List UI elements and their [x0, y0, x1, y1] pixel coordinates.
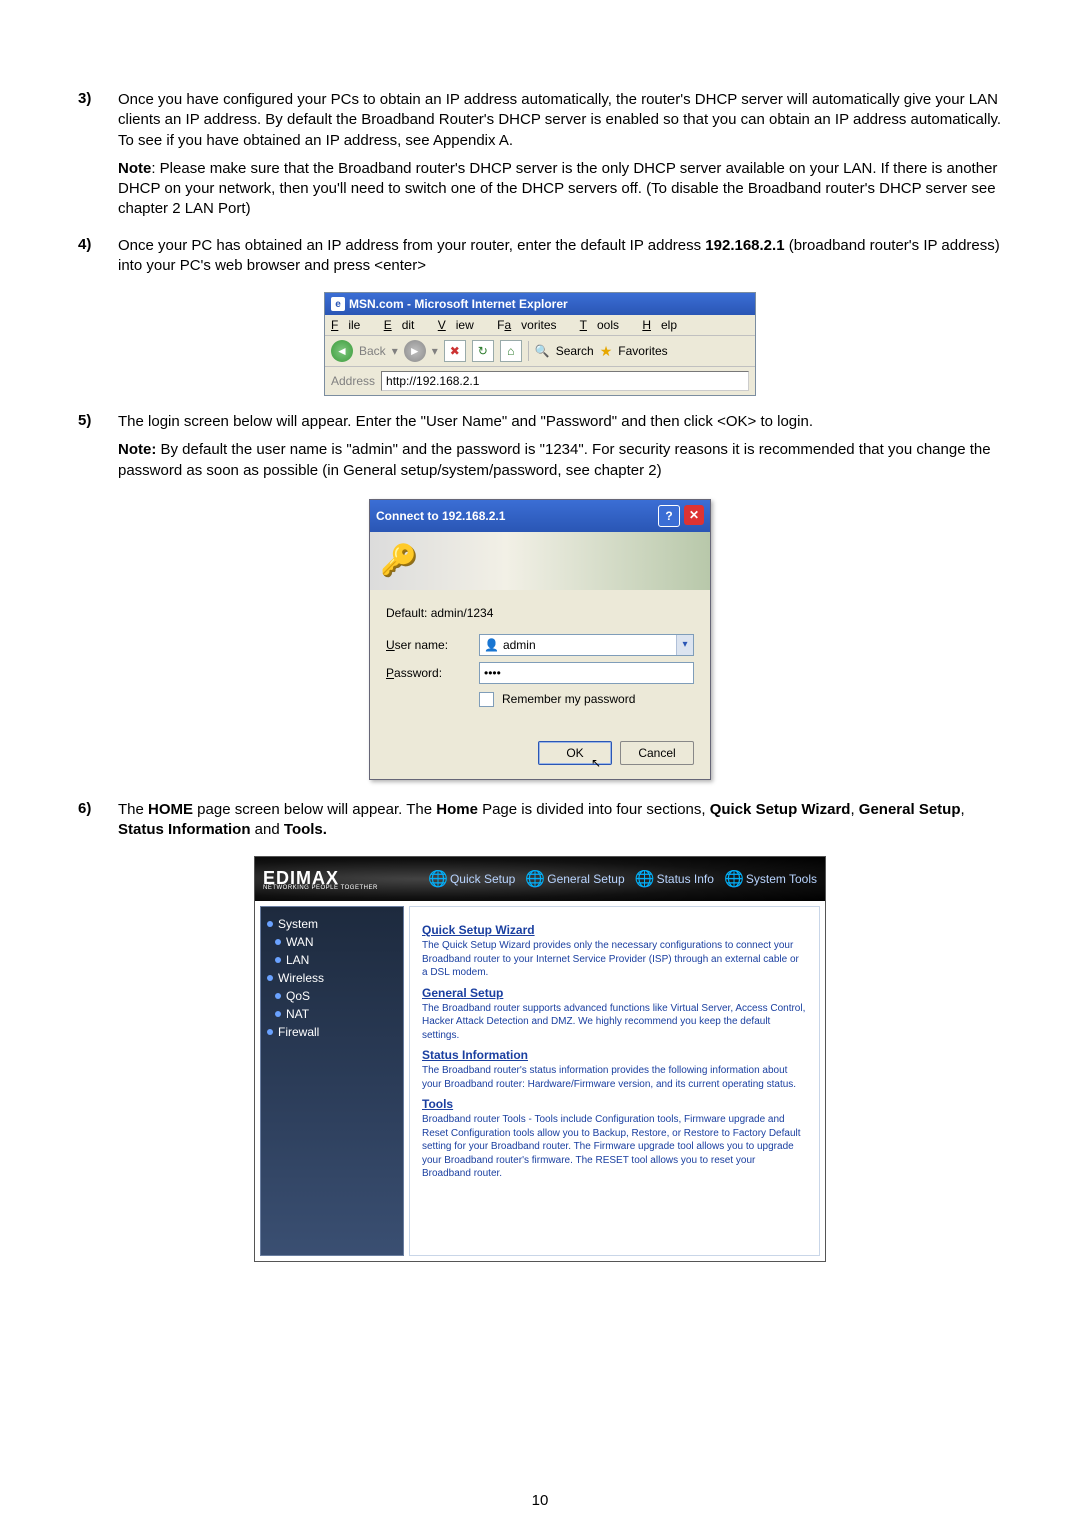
router-sidebar: System WAN LAN Wireless QoS NAT Firewall	[260, 906, 404, 1256]
tab-system-tools[interactable]: 🌐System Tools	[724, 869, 817, 889]
router-main: Quick Setup Wizard The Quick Setup Wizar…	[409, 906, 820, 1256]
ie-menubar: File Edit View Favorites Tools Help	[325, 315, 755, 336]
bullet-icon	[275, 1011, 281, 1017]
step-number: 4)	[78, 236, 118, 285]
password-input[interactable]: ••••	[479, 662, 694, 684]
ie-toolbar: ◄ Back ▾ ► ▾ ✖ ↻ ⌂ 🔍 Search ★ Favorites	[325, 336, 755, 367]
router-header: EDIMAX NETWORKING PEOPLE TOGETHER 🌐Quick…	[255, 857, 825, 901]
favorites-label: Favorites	[618, 344, 667, 358]
manual-page: 3) Once you have configured your PCs to …	[0, 0, 1080, 1527]
general-setup-heading[interactable]: General Setup	[422, 986, 807, 1000]
back-label: Back	[359, 344, 386, 358]
tab-quick-setup[interactable]: 🌐Quick Setup	[428, 869, 515, 889]
ie-addressbar: Address http://192.168.2.1	[325, 367, 755, 395]
sidebar-item-nat[interactable]: NAT	[275, 1005, 397, 1023]
quick-setup-text: The Quick Setup Wizard provides only the…	[422, 939, 807, 980]
brand-tagline: NETWORKING PEOPLE TOGETHER	[263, 885, 378, 891]
step-5: 5) The login screen below will appear. E…	[78, 412, 1002, 489]
ie-titlebar: e MSN.com - Microsoft Internet Explorer	[325, 293, 755, 315]
user-icon: 👤	[484, 638, 499, 652]
status-info-text: The Broadband router's status informatio…	[422, 1064, 807, 1091]
step-6: 6) The HOME page screen below will appea…	[78, 800, 1002, 849]
dialog-titlebar: Connect to 192.168.2.1 ? ✕	[370, 500, 710, 532]
menu-help[interactable]: Help	[642, 318, 687, 332]
step-5-text: The login screen below will appear. Ente…	[118, 412, 1002, 432]
ie-title-text: MSN.com - Microsoft Internet Explorer	[349, 297, 568, 311]
step-5-note: Note: By default the user name is "admin…	[118, 440, 1002, 481]
bullet-icon	[275, 939, 281, 945]
remember-label: Remember my password	[502, 692, 635, 706]
router-page: EDIMAX NETWORKING PEOPLE TOGETHER 🌐Quick…	[254, 856, 826, 1262]
tab-status-info[interactable]: 🌐Status Info	[635, 869, 714, 889]
ok-button[interactable]: OK ↖	[538, 741, 612, 765]
home-icon[interactable]: ⌂	[500, 340, 522, 362]
stop-icon[interactable]: ✖	[444, 340, 466, 362]
general-setup-text: The Broadband router supports advanced f…	[422, 1002, 807, 1043]
page-number: 10	[0, 1492, 1080, 1509]
step-3: 3) Once you have configured your PCs to …	[78, 90, 1002, 228]
chevron-down-icon[interactable]: ▾	[676, 635, 693, 655]
globe-icon: 🌐	[724, 869, 744, 889]
cancel-button[interactable]: Cancel	[620, 741, 694, 765]
menu-file[interactable]: File	[331, 318, 370, 332]
router-tabs: 🌐Quick Setup 🌐General Setup 🌐Status Info…	[428, 869, 817, 889]
address-input[interactable]: http://192.168.2.1	[381, 371, 749, 391]
sidebar-item-firewall[interactable]: Firewall	[267, 1023, 397, 1041]
refresh-icon[interactable]: ↻	[472, 340, 494, 362]
menu-favorites[interactable]: Favorites	[497, 318, 566, 332]
bullet-icon	[275, 993, 281, 999]
back-icon[interactable]: ◄	[331, 340, 353, 362]
globe-icon: 🌐	[635, 869, 655, 889]
realm-text: Default: admin/1234	[386, 606, 694, 620]
tab-general-setup[interactable]: 🌐General Setup	[525, 869, 624, 889]
ie-window: e MSN.com - Microsoft Internet Explorer …	[324, 292, 756, 396]
menu-tools[interactable]: Tools	[580, 318, 629, 332]
globe-icon: 🌐	[525, 869, 545, 889]
globe-icon: 🌐	[428, 869, 448, 889]
password-label: Password:	[386, 666, 471, 680]
bullet-icon	[275, 957, 281, 963]
step-4-text: Once your PC has obtained an IP address …	[118, 236, 1002, 277]
sidebar-item-system[interactable]: System	[267, 915, 397, 933]
quick-setup-heading[interactable]: Quick Setup Wizard	[422, 923, 807, 937]
help-icon[interactable]: ?	[658, 505, 680, 527]
step-3-note: Note: Please make sure that the Broadban…	[118, 159, 1002, 220]
sidebar-item-wireless[interactable]: Wireless	[267, 969, 397, 987]
search-label: Search	[556, 344, 594, 358]
sidebar-item-wan[interactable]: WAN	[275, 933, 397, 951]
router-home-figure: EDIMAX NETWORKING PEOPLE TOGETHER 🌐Quick…	[78, 856, 1002, 1262]
tools-heading[interactable]: Tools	[422, 1097, 807, 1111]
keys-icon: 🔑	[380, 543, 417, 578]
ie-app-icon: e	[331, 297, 345, 311]
step-4: 4) Once your PC has obtained an IP addre…	[78, 236, 1002, 285]
favorites-icon[interactable]: ★	[600, 343, 613, 360]
menu-edit[interactable]: Edit	[384, 318, 425, 332]
cursor-icon: ↖	[591, 756, 601, 770]
address-label: Address	[331, 374, 375, 388]
close-icon[interactable]: ✕	[684, 505, 704, 525]
step-number: 6)	[78, 800, 118, 849]
menu-view[interactable]: View	[438, 318, 484, 332]
remember-checkbox[interactable]	[479, 692, 494, 707]
bullet-icon	[267, 1029, 273, 1035]
step-3-text: Once you have configured your PCs to obt…	[118, 90, 1002, 151]
browser-bar-figure: e MSN.com - Microsoft Internet Explorer …	[78, 292, 1002, 396]
sidebar-item-lan[interactable]: LAN	[275, 951, 397, 969]
username-input[interactable]: 👤 admin ▾	[479, 634, 694, 656]
dialog-title-text: Connect to 192.168.2.1	[376, 509, 505, 523]
step-6-text: The HOME page screen below will appear. …	[118, 800, 1002, 841]
sidebar-item-qos[interactable]: QoS	[275, 987, 397, 1005]
tools-text: Broadband router Tools - Tools include C…	[422, 1113, 807, 1181]
bullet-icon	[267, 975, 273, 981]
bullet-icon	[267, 921, 273, 927]
dialog-banner: 🔑	[370, 532, 710, 590]
forward-icon[interactable]: ►	[404, 340, 426, 362]
step-number: 3)	[78, 90, 118, 228]
step-number: 5)	[78, 412, 118, 489]
login-dialog: Connect to 192.168.2.1 ? ✕ 🔑 Default: ad…	[369, 499, 711, 780]
status-info-heading[interactable]: Status Information	[422, 1048, 807, 1062]
username-label: User name:	[386, 638, 471, 652]
search-icon[interactable]: 🔍	[535, 344, 550, 358]
login-dialog-figure: Connect to 192.168.2.1 ? ✕ 🔑 Default: ad…	[78, 499, 1002, 780]
